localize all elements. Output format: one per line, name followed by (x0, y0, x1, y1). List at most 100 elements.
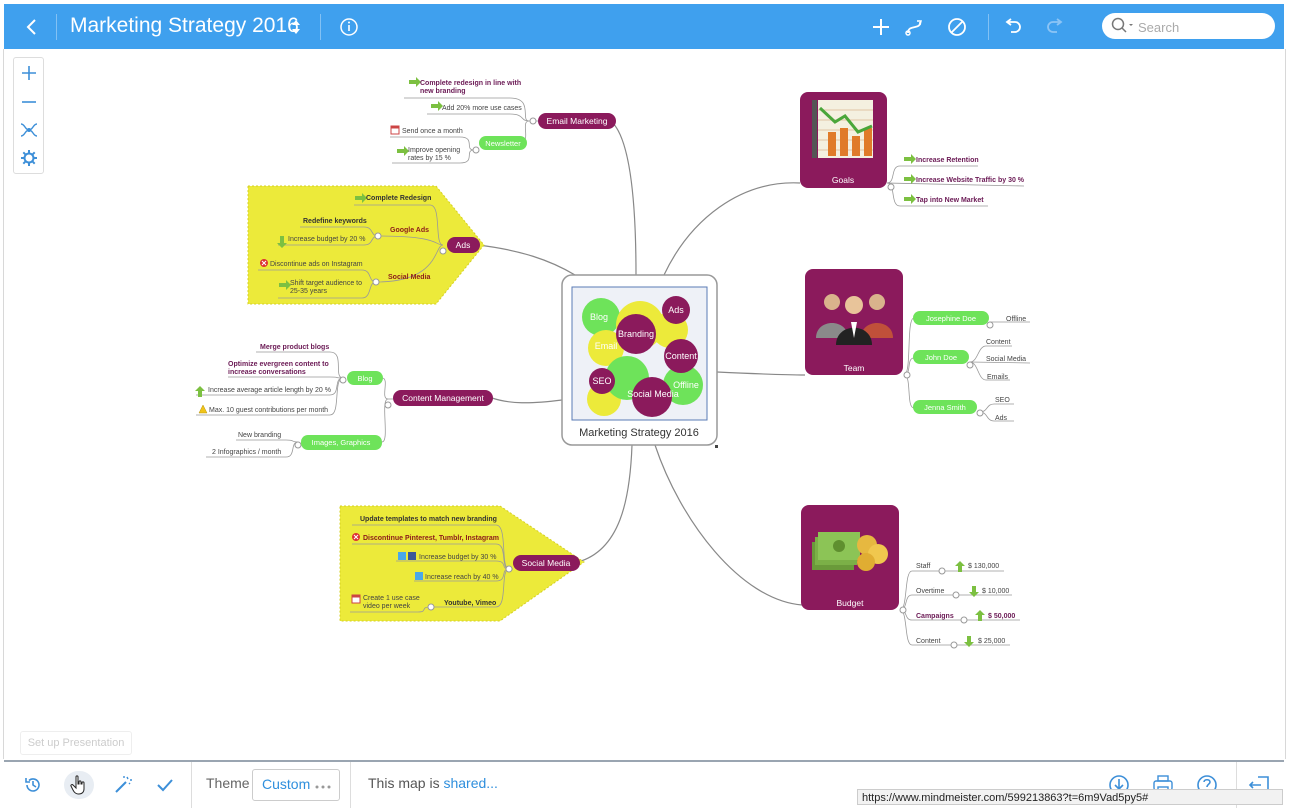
share-link[interactable]: shared... (443, 775, 497, 791)
social-item[interactable]: Update templates to match new branding (360, 516, 497, 523)
layout-button[interactable] (14, 116, 43, 144)
ads-item[interactable]: Increase budget by 20 % (288, 236, 365, 243)
team-item[interactable]: Ads (995, 415, 1008, 422)
social-item[interactable]: Increase reach by 40 % (425, 574, 499, 581)
budget-row-name[interactable]: Campaigns (916, 613, 954, 620)
team-branch: Team Josephine Doe John Doe Jenna Smith … (805, 269, 1031, 422)
ads-item[interactable]: Shift target audience to (290, 280, 362, 287)
email-item[interactable]: Add 20% more use cases (442, 105, 522, 112)
social-item[interactable]: Increase budget by 30 % (419, 554, 496, 561)
central-node[interactable]: Blog Ads Branding Email Content SEO Soci… (561, 274, 718, 448)
zoom-toolbar (13, 57, 44, 174)
pointer-mode-button[interactable] (62, 762, 96, 808)
ads-label: Ads (456, 240, 471, 250)
ads-item[interactable]: Google Ads (390, 227, 429, 234)
budget-row-value[interactable]: $ 10,000 (982, 588, 1009, 595)
email-item[interactable]: Improve opening (408, 147, 460, 154)
content-branch: Content Management Merge product blogs O… (195, 344, 493, 458)
social-media-label: Social Media (522, 558, 571, 568)
setup-presentation-button[interactable]: Set up Presentation (20, 731, 132, 755)
team-item[interactable]: Social Media (986, 356, 1026, 363)
email-item[interactable]: new branding (420, 88, 466, 95)
content-item[interactable]: Merge product blogs (260, 344, 329, 351)
central-node-label: Marketing Strategy 2016 (579, 427, 699, 439)
social-item[interactable]: Create 1 use case (363, 595, 420, 602)
branch-layout-icon (20, 123, 37, 137)
status-url: https://www.mindmeister.com/599213863?t=… (857, 789, 1283, 805)
magic-wand-icon (115, 776, 132, 793)
budget-branch: Budget Staff $ 130,000 Overtime $ 10,000… (801, 505, 1020, 649)
content-item[interactable]: Increase average article length by 20 % (208, 387, 331, 394)
team-member-label: Josephine Doe (926, 314, 976, 323)
magic-wand-button[interactable] (108, 762, 138, 808)
budget-row-name[interactable]: Overtime (916, 588, 945, 595)
bubble-label: Email (595, 341, 618, 351)
team-item[interactable]: SEO (995, 397, 1010, 404)
ads-item[interactable]: Complete Redesign (366, 195, 431, 202)
email-marketing-label: Email Marketing (547, 116, 608, 126)
team-member-label: John Doe (925, 353, 957, 362)
budget-row-value[interactable]: $ 25,000 (978, 638, 1005, 645)
plus-icon (21, 66, 36, 80)
content-item[interactable]: Max. 10 guest contributions per month (209, 407, 328, 414)
content-item[interactable]: increase conversations (228, 369, 306, 376)
twitter-icon (415, 572, 423, 580)
goals-branch: Goals Increase Retention Increase Websit… (800, 92, 1025, 207)
bubble-label: Blog (590, 312, 608, 322)
content-management-label: Content Management (402, 393, 484, 403)
history-button[interactable] (18, 762, 48, 808)
checkmark-icon (157, 779, 173, 792)
ads-item[interactable]: Discontinue ads on Instagram (270, 261, 363, 268)
newsletter-label: Newsletter (485, 139, 521, 148)
bubble-label: Offline (673, 380, 699, 390)
bubble-label: Ads (668, 305, 684, 315)
content-item[interactable]: Optimize evergreen content to (228, 361, 329, 368)
social-item[interactable]: video per week (363, 603, 411, 610)
zoom-out-button[interactable] (14, 88, 43, 116)
social-item[interactable]: Youtube, Vimeo (444, 600, 496, 607)
ads-item[interactable]: Redefine keywords (303, 218, 367, 225)
theme-value: Custom (262, 776, 311, 792)
budget-row-name[interactable]: Content (916, 638, 941, 645)
bubble-label: SEO (592, 376, 611, 386)
budget-row-name[interactable]: Staff (916, 563, 930, 570)
check-button[interactable] (150, 762, 180, 808)
content-item[interactable]: New branding (238, 432, 281, 439)
share-text: This map is (368, 775, 444, 791)
ads-item[interactable]: 25-35 years (290, 288, 327, 295)
blog-label: Blog (357, 374, 372, 383)
zoom-in-button[interactable] (14, 59, 43, 87)
team-item[interactable]: Content (986, 339, 1011, 346)
minus-icon (21, 101, 36, 103)
facebook-icon (408, 552, 416, 560)
goals-item[interactable]: Increase Website Traffic by 30 % (916, 177, 1025, 184)
chart-image-icon (812, 100, 873, 158)
bubble-label: Branding (618, 329, 654, 339)
email-branch: Email Marketing Complete redesign in lin… (390, 77, 616, 164)
bubble-label: Content (665, 351, 697, 361)
team-item[interactable]: Offline (1006, 316, 1026, 323)
goals-item[interactable]: Increase Retention (916, 157, 979, 164)
social-item[interactable]: Discontinue Pinterest, Tumblr, Instagram (363, 535, 499, 542)
theme-label: Theme (206, 775, 250, 791)
history-icon (25, 778, 40, 792)
email-item[interactable]: rates by 15 % (408, 155, 451, 162)
content-item[interactable]: 2 Infographics / month (212, 449, 281, 456)
goals-item[interactable]: Tap into New Market (916, 197, 984, 204)
email-item[interactable]: Complete redesign in line with (420, 80, 521, 87)
budget-row-value[interactable]: $ 50,000 (988, 613, 1015, 620)
email-item[interactable]: Send once a month (402, 128, 463, 135)
hand-cursor-icon (70, 775, 85, 795)
mind-map-canvas[interactable]: Blog Ads Branding Email Content SEO Soci… (0, 0, 1290, 808)
gear-icon (20, 150, 37, 166)
team-label: Team (844, 363, 865, 373)
images-graphics-label: Images, Graphics (312, 438, 371, 447)
team-item[interactable]: Emails (987, 374, 1009, 381)
goals-label: Goals (832, 175, 854, 185)
budget-label: Budget (837, 598, 865, 608)
theme-select[interactable]: Custom (252, 769, 340, 801)
settings-button[interactable] (14, 144, 43, 172)
ads-item[interactable]: Social Media (388, 274, 431, 281)
bubble-label: Social Media (627, 389, 679, 399)
budget-row-value[interactable]: $ 130,000 (968, 563, 999, 570)
